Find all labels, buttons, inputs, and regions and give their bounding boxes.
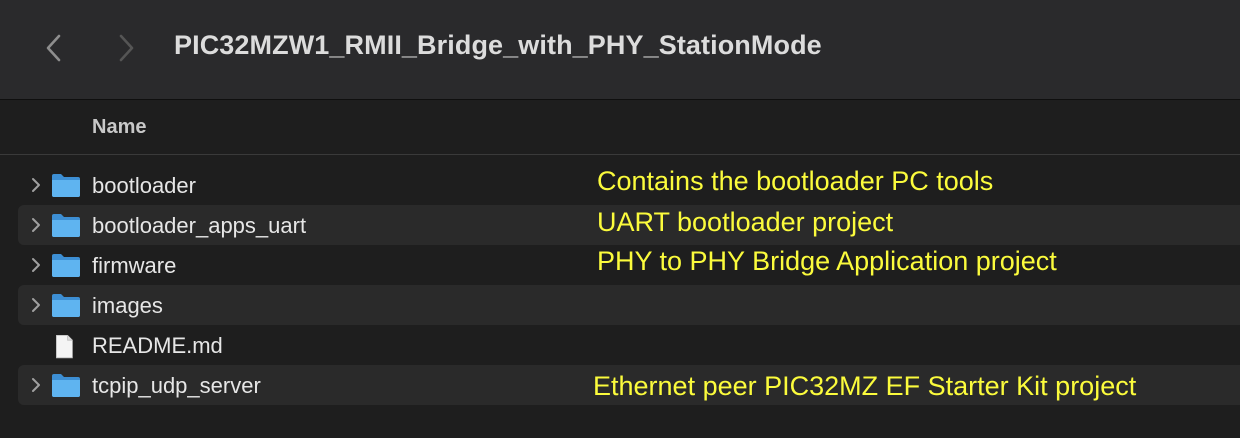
finder-window: PIC32MZW1_RMII_Bridge_with_PHY_StationMo… — [0, 0, 1240, 438]
file-name: tcpip_udp_server — [92, 373, 261, 398]
folder-icon — [52, 214, 80, 237]
folder-icon — [52, 294, 80, 317]
annotation-tcpip-udp-server: Ethernet peer PIC32MZ EF Starter Kit pro… — [593, 371, 1137, 401]
document-icon — [56, 335, 73, 359]
disclosure-triangle-icon[interactable] — [28, 217, 44, 233]
folder-icon — [52, 174, 80, 197]
file-name: images — [92, 293, 163, 318]
list-item-images[interactable]: images — [18, 285, 1240, 325]
chevron-right-icon — [119, 34, 134, 62]
disclosure-triangle-icon[interactable] — [28, 377, 44, 393]
disclosure-triangle-icon[interactable] — [28, 257, 44, 273]
annotation-firmware: PHY to PHY Bridge Application project — [597, 246, 1057, 276]
column-header: Name — [0, 100, 1240, 155]
file-name: firmware — [92, 253, 177, 278]
window-title: PIC32MZW1_RMII_Bridge_with_PHY_StationMo… — [174, 30, 822, 60]
annotation-bootloader-apps-uart: UART bootloader project — [597, 207, 894, 237]
toolbar: PIC32MZW1_RMII_Bridge_with_PHY_StationMo… — [0, 0, 1240, 100]
disclosure-triangle-icon[interactable] — [28, 177, 44, 193]
file-name: bootloader — [92, 173, 196, 198]
folder-icon — [52, 374, 80, 397]
annotation-bootloader: Contains the bootloader PC tools — [597, 166, 994, 196]
chevron-left-icon — [46, 34, 61, 62]
file-name: bootloader_apps_uart — [92, 213, 307, 238]
disclosure-triangle-icon[interactable] — [28, 297, 44, 313]
list-item-readme[interactable]: README.md — [18, 325, 1240, 365]
file-name: README.md — [92, 333, 223, 358]
forward-button[interactable] — [108, 28, 144, 68]
name-column-header[interactable]: Name — [92, 116, 146, 139]
back-button[interactable] — [36, 28, 72, 68]
folder-icon — [52, 254, 80, 277]
